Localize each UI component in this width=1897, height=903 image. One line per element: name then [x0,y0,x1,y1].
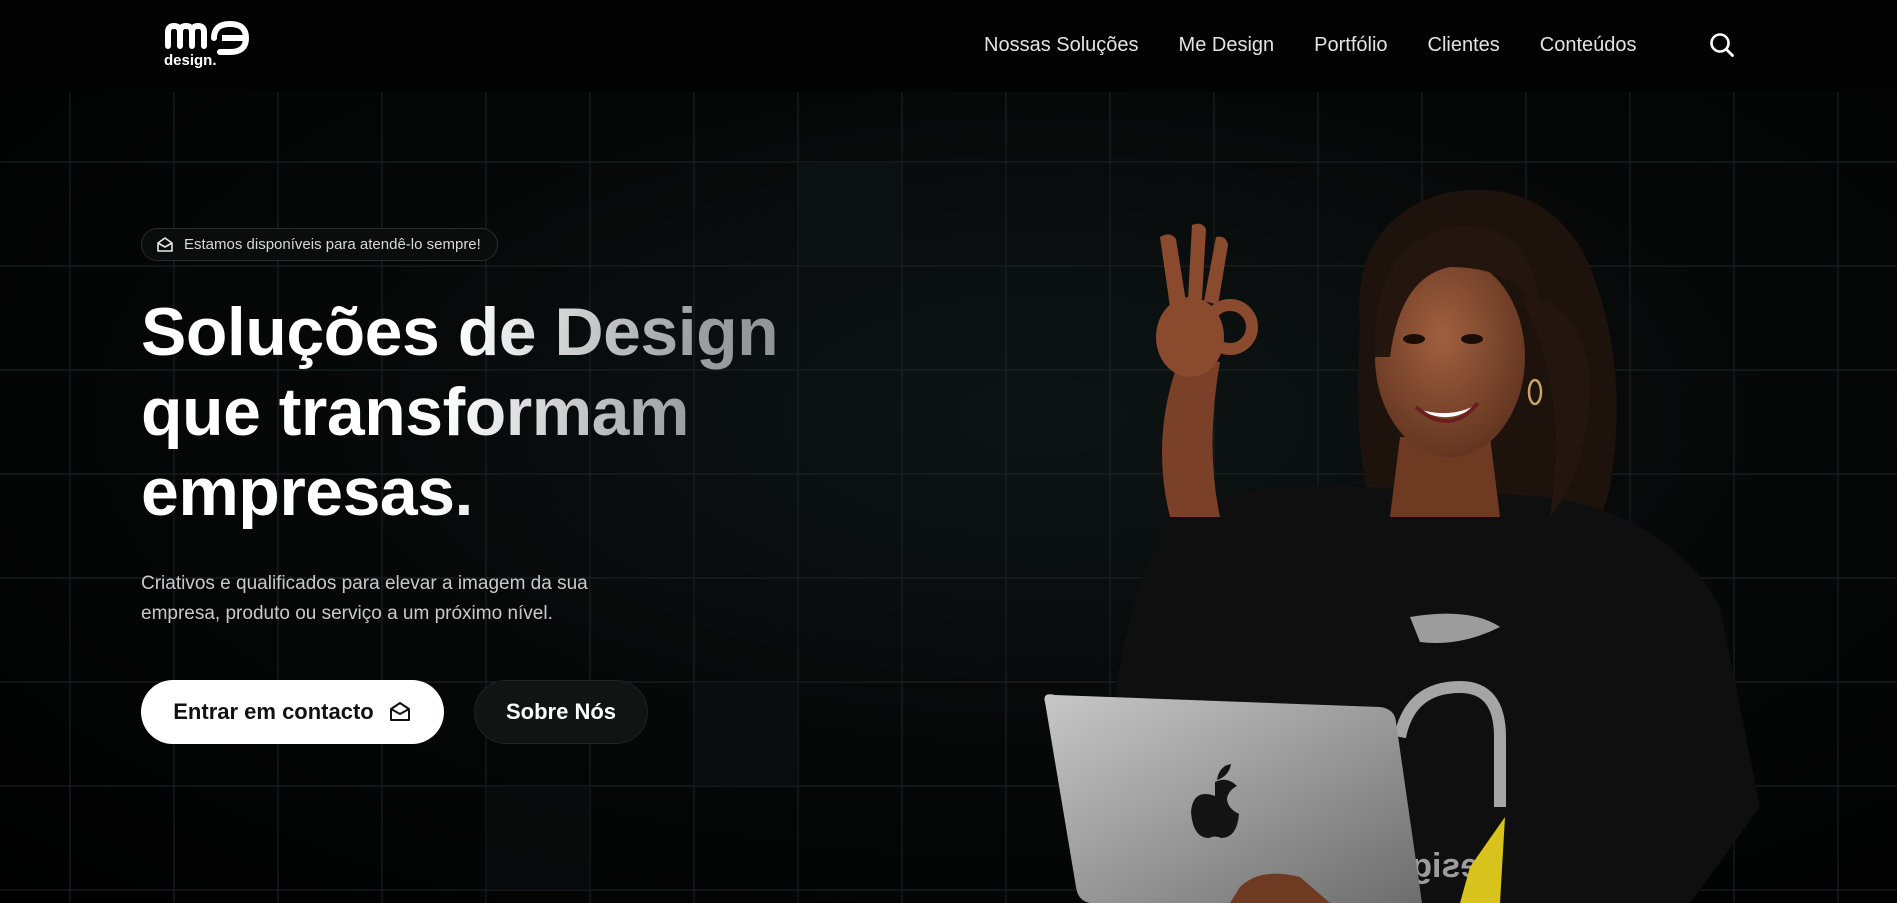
hero-section: Estamos disponíveis para atendê-lo sempr… [0,92,1897,903]
hero-portrait-image: design [1044,189,1760,903]
mail-open-icon [157,236,173,252]
nav-item-me-design[interactable]: Me Design [1179,30,1275,60]
hero-headline: Soluções de Design que transformam empre… [141,292,901,532]
badge-text: Estamos disponíveis para atendê-lo sempr… [184,236,481,253]
headline-line-1: Soluções de Design [141,294,779,370]
site-header: design. Nossas Soluções Me Design Portfó… [0,0,1897,92]
nav-item-clientes[interactable]: Clientes [1428,30,1500,60]
svg-text:design.: design. [164,52,217,68]
nav-item-portfolio[interactable]: Portfólio [1314,30,1387,60]
about-us-button[interactable]: Sobre Nós [474,680,648,744]
about-us-button-label: Sobre Nós [505,699,617,724]
availability-badge: Estamos disponíveis para atendê-lo sempr… [141,228,498,261]
brand-logo[interactable]: design. [162,20,268,68]
contact-button-label: Entrar em contacto [173,699,374,724]
contact-button[interactable]: Entrar em contacto [141,680,444,744]
nav-item-nossas-solucoes[interactable]: Nossas Soluções [984,30,1139,60]
mail-icon [389,702,410,721]
headline-line-3: empresas. [141,454,473,530]
search-icon[interactable] [1708,31,1736,59]
headline-line-2: que transformam [141,374,689,450]
hero-subtitle: Criativos e qualificados para elevar a i… [141,573,588,624]
nav-item-conteudos[interactable]: Conteúdos [1540,30,1637,60]
main-nav: Nossas Soluções Me Design Portfólio Clie… [984,30,1637,60]
